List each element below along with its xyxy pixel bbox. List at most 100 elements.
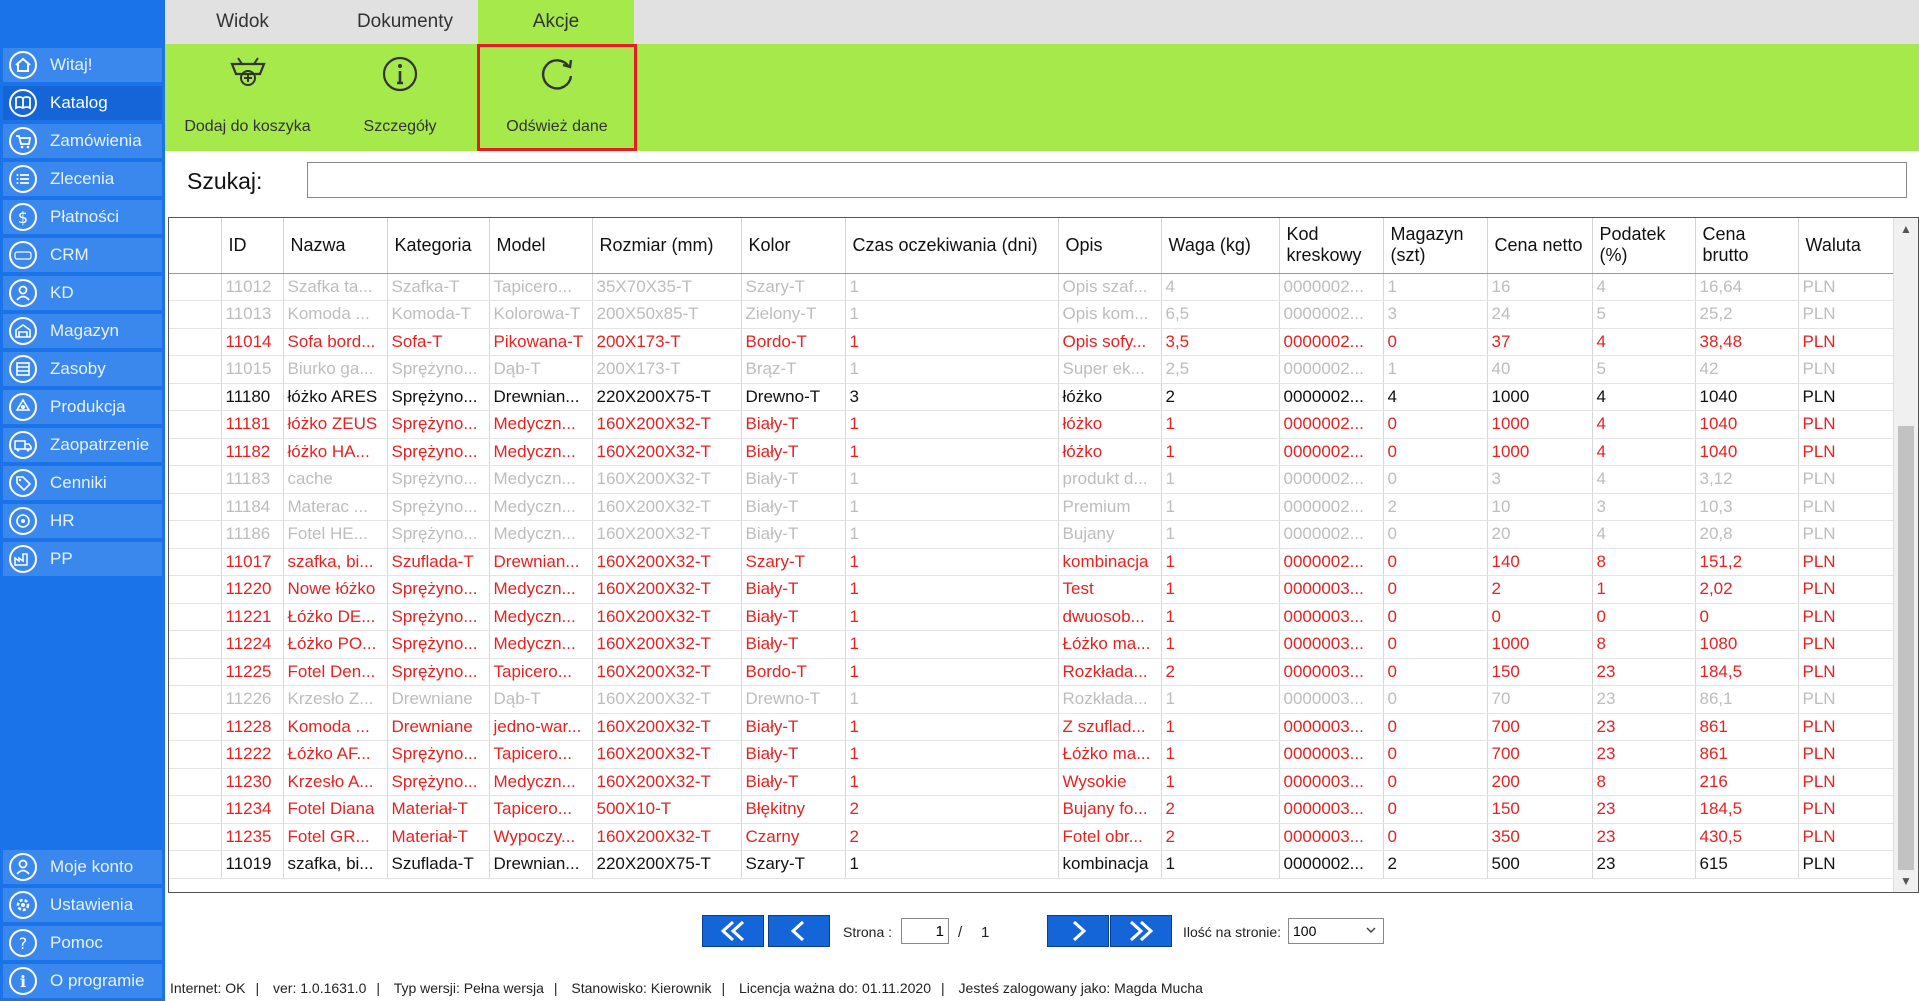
table-cell[interactable]: 11012 <box>221 273 284 301</box>
column-header[interactable]: Podatek (%) <box>1592 218 1696 274</box>
table-cell[interactable]: Szafka ta... <box>283 273 388 301</box>
sidebar-item-katalog[interactable]: Katalog <box>3 86 162 120</box>
table-cell[interactable]: Biurko ga... <box>283 355 388 384</box>
table-cell[interactable]: Bordo-T <box>741 328 846 356</box>
table-cell[interactable]: 5 <box>1592 355 1696 384</box>
table-cell[interactable]: 500 <box>1487 850 1593 879</box>
table-cell[interactable]: PLN <box>1798 603 1896 631</box>
table-cell[interactable]: Tapicero... <box>489 795 593 824</box>
table-cell[interactable]: 861 <box>1695 713 1799 741</box>
table-cell[interactable]: Sprężyno... <box>387 355 490 384</box>
table-cell[interactable]: 20,8 <box>1695 520 1799 549</box>
table-cell[interactable]: 11234 <box>221 795 284 824</box>
table-cell[interactable]: 1 <box>1383 273 1488 301</box>
table-cell[interactable]: PLN <box>1798 438 1896 466</box>
table-cell[interactable]: 1 <box>845 410 1059 439</box>
table-cell[interactable]: 11221 <box>221 603 284 631</box>
table-cell[interactable]: 11222 <box>221 740 284 769</box>
table-cell[interactable]: 2 <box>845 795 1059 824</box>
table-cell[interactable]: kombinacja <box>1058 548 1162 576</box>
table-cell[interactable]: 184,5 <box>1695 795 1799 824</box>
table-cell[interactable]: 1 <box>845 520 1059 549</box>
table-cell[interactable]: 0 <box>1695 603 1799 631</box>
table-cell[interactable]: kombinacja <box>1058 850 1162 879</box>
table-cell[interactable]: 0 <box>1383 520 1488 549</box>
table-cell[interactable]: 11230 <box>221 768 284 796</box>
table-cell[interactable]: Komoda ... <box>283 300 388 329</box>
table-cell[interactable]: 151,2 <box>1695 548 1799 576</box>
table-cell[interactable]: 23 <box>1592 795 1696 824</box>
table-cell[interactable]: 1000 <box>1487 630 1593 659</box>
page-number-input[interactable] <box>901 918 949 944</box>
table-cell[interactable]: Medyczn... <box>489 410 593 439</box>
table-cell[interactable]: PLN <box>1798 713 1896 741</box>
table-cell[interactable]: 2 <box>1161 795 1280 824</box>
add-to-cart-button[interactable]: Dodaj do koszyka <box>170 44 325 151</box>
next-page-button[interactable] <box>1047 915 1109 947</box>
table-cell[interactable]: PLN <box>1798 795 1896 824</box>
sidebar-item-zamowienia[interactable]: Zamówienia <box>3 124 162 158</box>
table-cell[interactable]: 1 <box>845 465 1059 494</box>
table-cell[interactable]: 160X200X32-T <box>592 603 742 631</box>
table-cell[interactable]: 2 <box>1383 850 1488 879</box>
table-cell[interactable]: 1 <box>1161 768 1280 796</box>
table-cell[interactable]: Sprężyno... <box>387 740 490 769</box>
column-header[interactable]: Kod kreskowy <box>1279 218 1384 274</box>
table-cell[interactable]: Krzesło A... <box>283 768 388 796</box>
table-cell[interactable]: 1 <box>1161 713 1280 741</box>
table-cell[interactable]: 4 <box>1592 383 1696 411</box>
table-cell[interactable]: 11220 <box>221 575 284 604</box>
first-page-button[interactable] <box>702 915 764 947</box>
sidebar-item-platnosci[interactable]: $ Płatności <box>3 200 162 234</box>
table-cell[interactable]: Medyczn... <box>489 603 593 631</box>
table-cell[interactable]: Sprężyno... <box>387 438 490 466</box>
table-cell[interactable]: Brąz-T <box>741 355 846 384</box>
table-cell[interactable]: 11224 <box>221 630 284 659</box>
table-cell[interactable]: 861 <box>1695 740 1799 769</box>
sidebar-item-o-programie[interactable]: i O programie <box>3 964 162 998</box>
table-cell[interactable]: 1 <box>845 575 1059 604</box>
table-cell[interactable]: 2 <box>1161 823 1280 851</box>
table-cell[interactable]: 1040 <box>1695 410 1799 439</box>
table-cell[interactable]: Biały-T <box>741 493 846 521</box>
table-cell[interactable]: 160X200X32-T <box>592 548 742 576</box>
table-cell[interactable]: Wysokie <box>1058 768 1162 796</box>
table-cell[interactable]: 200 <box>1487 768 1593 796</box>
table-cell[interactable]: Wypoczy... <box>489 823 593 851</box>
table-cell[interactable]: Szuflada-T <box>387 548 490 576</box>
sidebar-item-kd[interactable]: KD <box>3 276 162 310</box>
table-cell[interactable]: 8 <box>1592 548 1696 576</box>
table-cell[interactable]: 184,5 <box>1695 658 1799 686</box>
table-cell[interactable]: 1 <box>845 355 1059 384</box>
table-cell[interactable]: 160X200X32-T <box>592 630 742 659</box>
table-row[interactable]: 11182 łóżko HA... Sprężyno... Medyczn... 160… <box>169 438 1896 466</box>
table-cell[interactable]: łóżko <box>1058 383 1162 411</box>
table-cell[interactable]: Łóżko DE... <box>283 603 388 631</box>
row-selector-cell[interactable] <box>169 273 222 301</box>
sidebar-item-moje-konto[interactable]: Moje konto <box>3 850 162 884</box>
table-cell[interactable]: 1080 <box>1695 630 1799 659</box>
table-cell[interactable]: 200X173-T <box>592 328 742 356</box>
table-cell[interactable]: 8 <box>1592 630 1696 659</box>
table-cell[interactable]: Szary-T <box>741 850 846 879</box>
vertical-scrollbar[interactable]: ▲ ▼ <box>1893 218 1918 892</box>
table-cell[interactable]: 0000003... <box>1279 740 1384 769</box>
table-cell[interactable]: Medyczn... <box>489 493 593 521</box>
table-cell[interactable]: 1 <box>845 603 1059 631</box>
table-cell[interactable]: 1 <box>845 300 1059 329</box>
table-cell[interactable]: PLN <box>1798 658 1896 686</box>
table-cell[interactable]: 350 <box>1487 823 1593 851</box>
table-cell[interactable]: 11015 <box>221 355 284 384</box>
table-cell[interactable]: 2 <box>1487 575 1593 604</box>
table-cell[interactable]: 1 <box>1161 603 1280 631</box>
table-cell[interactable]: Materiał-T <box>387 823 490 851</box>
table-cell[interactable]: Czarny <box>741 823 846 851</box>
table-cell[interactable]: 1 <box>1161 493 1280 521</box>
table-cell[interactable]: PLN <box>1798 493 1896 521</box>
table-cell[interactable]: Medyczn... <box>489 438 593 466</box>
table-row[interactable]: 11019 szafka, bi... Szuflada-T Drewnian... 2… <box>169 850 1896 879</box>
table-cell[interactable]: 0000003... <box>1279 603 1384 631</box>
table-cell[interactable]: Sprężyno... <box>387 410 490 439</box>
table-cell[interactable]: Łóżko ma... <box>1058 630 1162 659</box>
table-cell[interactable]: 0 <box>1383 713 1488 741</box>
